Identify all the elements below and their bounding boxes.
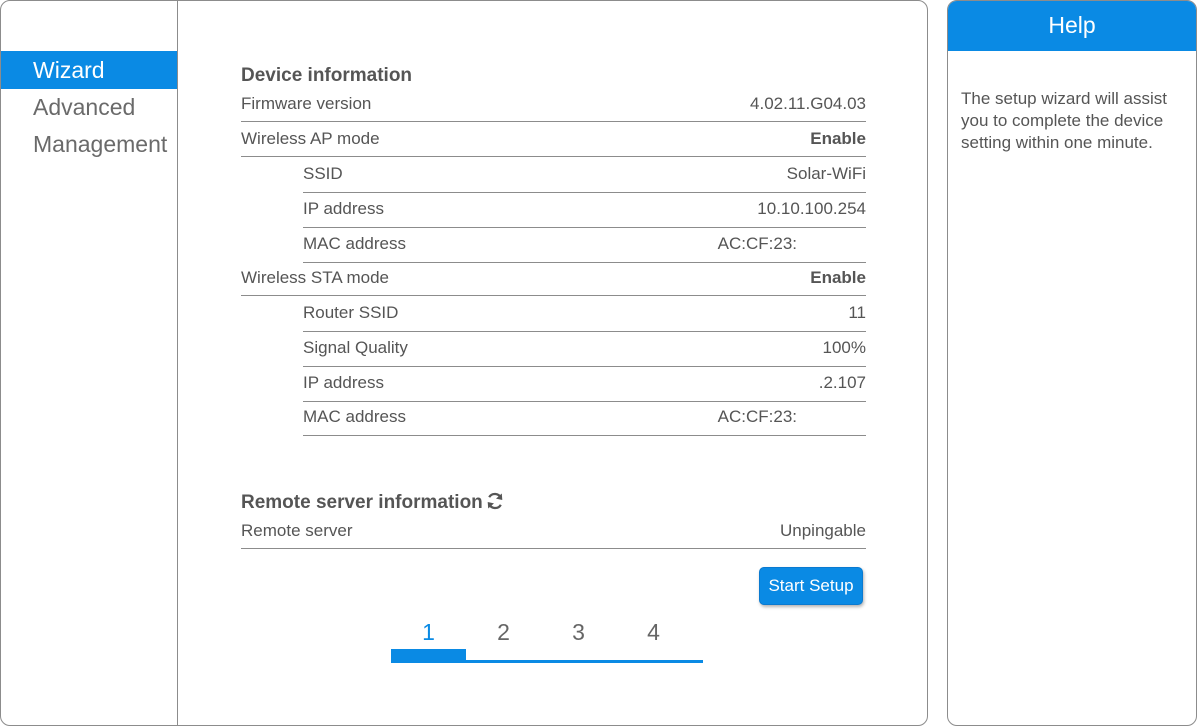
active-step-marker bbox=[391, 649, 466, 663]
remote-server-label: Remote server bbox=[241, 521, 353, 540]
signal-label: Signal Quality bbox=[303, 338, 408, 357]
step-2[interactable]: 2 bbox=[466, 619, 541, 646]
sidebar-item-management[interactable]: Management bbox=[1, 125, 177, 163]
ap-mac-label: MAC address bbox=[303, 234, 406, 253]
main-panel: Wizard Advanced Management Device inform… bbox=[0, 0, 928, 726]
router-ssid-row: Router SSID 11 bbox=[241, 296, 866, 332]
signal-value: 100% bbox=[822, 338, 866, 357]
refresh-icon[interactable] bbox=[485, 491, 505, 511]
sta-mac-label: MAC address bbox=[303, 407, 406, 426]
sta-ip-row: IP address .2.107 bbox=[241, 366, 866, 402]
step-4[interactable]: 4 bbox=[616, 619, 691, 646]
firmware-value: 4.02.11.G04.03 bbox=[750, 94, 866, 113]
firmware-row: Firmware version 4.02.11.G04.03 bbox=[241, 87, 866, 122]
sta-mac-value: AC:CF:23: bbox=[717, 407, 797, 426]
help-panel: Help The setup wizard will assist you to… bbox=[947, 0, 1197, 726]
ap-mac-row: MAC address AC:CF:23: bbox=[241, 227, 866, 263]
step-3[interactable]: 3 bbox=[541, 619, 616, 646]
ap-mode-row: Wireless AP mode Enable bbox=[241, 122, 866, 157]
sidebar: Wizard Advanced Management bbox=[1, 1, 178, 725]
remote-server-title-text: Remote server information bbox=[241, 492, 483, 513]
help-title: Help bbox=[948, 1, 1196, 51]
ap-mode-label: Wireless AP mode bbox=[241, 129, 380, 148]
sta-ip-label: IP address bbox=[303, 373, 384, 392]
start-setup-button[interactable]: Start Setup bbox=[759, 567, 863, 605]
router-ssid-label: Router SSID bbox=[303, 303, 399, 322]
router-ssid-value: 11 bbox=[848, 303, 866, 322]
sta-mode-label: Wireless STA mode bbox=[241, 268, 390, 287]
remote-server-row: Remote server Unpingable bbox=[241, 514, 866, 549]
step-1[interactable]: 1 bbox=[391, 619, 466, 646]
sta-mac-row: MAC address AC:CF:23: bbox=[241, 400, 866, 436]
sta-mode-row: Wireless STA mode Enable bbox=[241, 261, 866, 296]
device-info-title: Device information bbox=[241, 65, 413, 86]
ap-ip-value: 10.10.100.254 bbox=[757, 199, 866, 218]
ap-mode-value: Enable bbox=[810, 129, 866, 148]
ap-ssid-label: SSID bbox=[303, 164, 343, 183]
remote-server-title: Remote server information bbox=[241, 491, 505, 514]
sta-ip-value: .2.107 bbox=[818, 373, 866, 392]
ap-ip-row: IP address 10.10.100.254 bbox=[241, 192, 866, 228]
signal-row: Signal Quality 100% bbox=[241, 331, 866, 367]
sidebar-item-wizard[interactable]: Wizard bbox=[1, 51, 177, 89]
help-text: The setup wizard will assist you to comp… bbox=[961, 89, 1167, 152]
ap-ssid-row: SSID Solar-WiFi bbox=[241, 157, 866, 193]
ap-mac-value: AC:CF:23: bbox=[717, 234, 797, 253]
ap-ssid-value: Solar-WiFi bbox=[786, 164, 866, 183]
remote-server-value: Unpingable bbox=[779, 521, 866, 540]
sidebar-item-advanced[interactable]: Advanced bbox=[1, 88, 177, 126]
step-indicator: 1 2 3 4 bbox=[391, 619, 703, 665]
firmware-label: Firmware version bbox=[241, 94, 372, 113]
ap-ip-label: IP address bbox=[303, 199, 384, 218]
divider bbox=[303, 435, 866, 436]
sta-mode-value: Enable bbox=[810, 268, 866, 287]
